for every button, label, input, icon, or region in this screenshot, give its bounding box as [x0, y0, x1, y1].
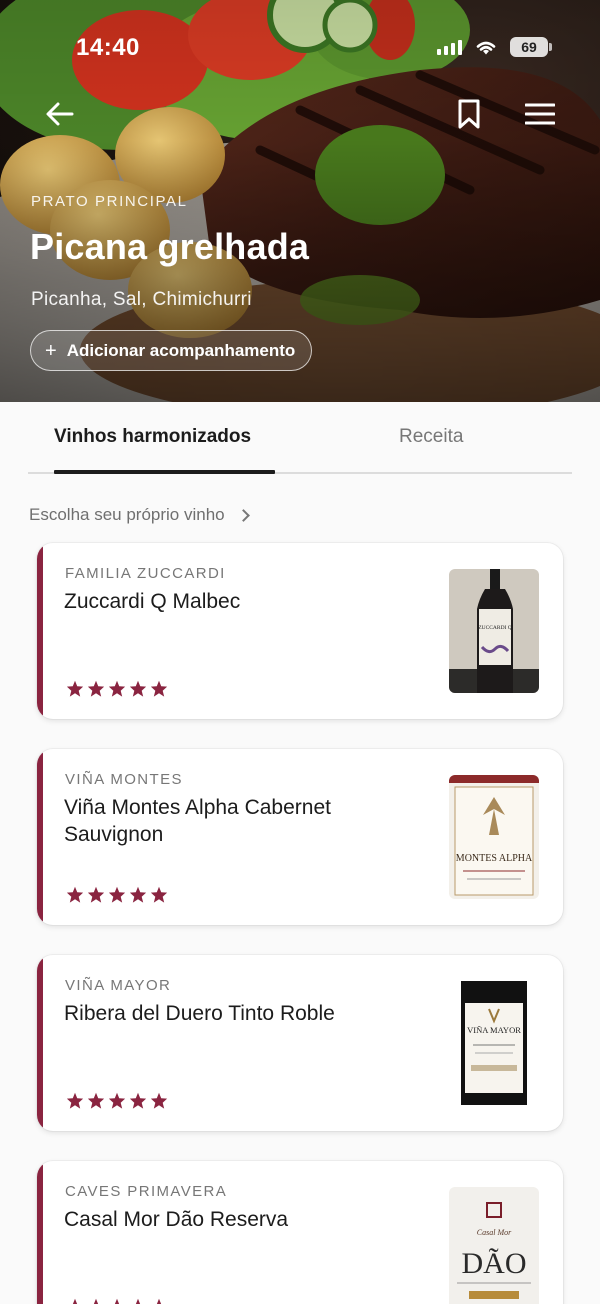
bookmark-button[interactable]: [451, 96, 487, 132]
svg-text:ZUCCARDI Q: ZUCCARDI Q: [478, 625, 511, 631]
star-icon: [66, 680, 84, 697]
wine-name: Zuccardi Q Malbec: [64, 590, 241, 613]
wine-bottle-image: MONTES ALPHA: [449, 775, 539, 899]
star-icon: [66, 1092, 84, 1109]
wifi-icon: [476, 41, 496, 55]
wine-producer: CAVES PRIMAVERA: [65, 1183, 228, 1200]
star-icon: [108, 886, 126, 903]
card-accent-bar: [37, 543, 43, 719]
wine-bottle-image: ZUCCARDI Q: [449, 569, 539, 693]
rating-stars: [66, 1298, 168, 1304]
status-time: 14:40: [76, 34, 140, 61]
wine-bottle-image: Casal Mor DÃO: [449, 1187, 539, 1304]
menu-button[interactable]: [522, 96, 558, 132]
star-icon: [87, 1092, 105, 1109]
tab-paired-wines[interactable]: Vinhos harmonizados: [54, 426, 251, 448]
wine-name: Casal Mor Dão Reserva: [64, 1208, 289, 1231]
star-icon: [108, 1092, 126, 1109]
card-accent-bar: [37, 1161, 43, 1304]
battery-indicator: 69: [510, 37, 552, 57]
wine-name: Ribera del Duero Tinto Roble: [64, 1002, 335, 1025]
signal-icon: [437, 39, 462, 55]
star-icon: [87, 680, 105, 697]
add-side-dish-label: Adicionar acompanhamento: [66, 340, 296, 360]
star-icon: [87, 886, 105, 903]
wine-name: Viña Montes Alpha Cabernet Sauvignon: [64, 796, 331, 846]
card-accent-bar: [37, 749, 43, 925]
dish-title: Picana grelhada: [30, 226, 310, 267]
star-icon: [108, 680, 126, 697]
star-icon: [66, 886, 84, 903]
back-button[interactable]: [42, 96, 78, 132]
rating-stars: [66, 1092, 168, 1109]
choose-own-wine-label: Escolha seu próprio vinho: [29, 505, 225, 524]
dish-ingredients: Picanha, Sal, Chimichurri: [31, 289, 252, 310]
tab-recipe[interactable]: Receita: [399, 426, 463, 448]
bookmark-icon: [458, 99, 480, 129]
dish-category: PRATO PRINCIPAL: [31, 193, 188, 210]
wine-card[interactable]: CAVES PRIMAVERA Casal Mor Dão Reserva Ca…: [37, 1161, 563, 1304]
status-icons: 69: [437, 37, 552, 57]
star-icon: [150, 680, 168, 697]
rating-stars: [66, 886, 168, 903]
choose-own-wine-link[interactable]: Escolha seu próprio vinho: [29, 505, 250, 525]
star-icon: [156, 1298, 162, 1304]
card-accent-bar: [37, 955, 43, 1131]
svg-text:VIÑA MAYOR: VIÑA MAYOR: [467, 1025, 521, 1035]
wine-card[interactable]: FAMILIA ZUCCARDI Zuccardi Q Malbec ZUCCA…: [37, 543, 563, 719]
star-icon: [93, 1298, 99, 1304]
star-icon: [135, 1298, 141, 1304]
star-icon: [129, 680, 147, 697]
add-side-dish-button[interactable]: + Adicionar acompanhamento: [30, 330, 313, 371]
rating-stars: [66, 680, 168, 697]
wine-bottle-image: VIÑA MAYOR: [449, 981, 539, 1105]
svg-text:Casal Mor: Casal Mor: [477, 1228, 512, 1237]
hamburger-icon: [525, 103, 555, 125]
star-icon: [129, 1092, 147, 1109]
arrow-left-icon: [46, 102, 74, 126]
plus-icon: +: [45, 339, 57, 362]
chevron-right-icon: [236, 508, 250, 522]
wine-card[interactable]: VIÑA MONTES Viña Montes Alpha Cabernet S…: [37, 749, 563, 925]
wine-card[interactable]: VIÑA MAYOR Ribera del Duero Tinto Roble …: [37, 955, 563, 1131]
wine-producer: FAMILIA ZUCCARDI: [65, 565, 226, 582]
svg-text:MONTES ALPHA: MONTES ALPHA: [456, 853, 533, 864]
star-icon: [150, 886, 168, 903]
star-icon: [72, 1298, 78, 1304]
star-icon: [114, 1298, 120, 1304]
active-tab-indicator: [54, 470, 275, 474]
svg-text:DÃO: DÃO: [462, 1247, 527, 1280]
star-icon: [150, 1092, 168, 1109]
wine-producer: VIÑA MAYOR: [65, 977, 172, 994]
content-tabs: Vinhos harmonizados Receita: [28, 402, 572, 474]
wine-producer: VIÑA MONTES: [65, 771, 183, 788]
star-icon: [129, 886, 147, 903]
